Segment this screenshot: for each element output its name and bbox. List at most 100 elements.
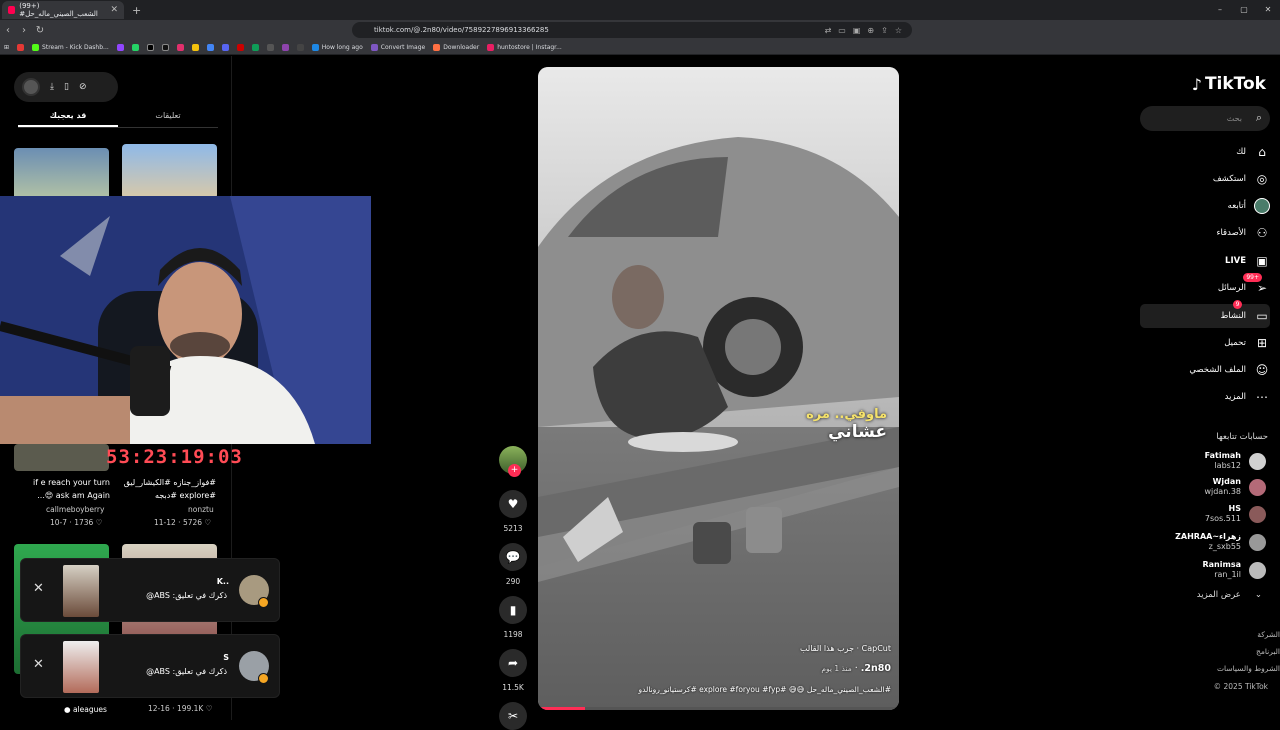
- bookmark-item[interactable]: [206, 43, 214, 51]
- video-player[interactable]: ماوفي.. مره عشاني CapCut · جرب هذا القال…: [538, 67, 899, 710]
- video-progress-bar[interactable]: [538, 707, 899, 710]
- tiktok-favicon-icon: [8, 6, 16, 14]
- video-tools: ⤓ ▯ ⊘: [14, 72, 118, 102]
- screenshot-icon[interactable]: ▣: [853, 26, 861, 35]
- download-icon[interactable]: ⤓: [50, 82, 54, 92]
- video-thumbnail[interactable]: [122, 144, 217, 199]
- bookmark-item[interactable]: [131, 43, 139, 51]
- video-caption[interactable]: if e reach your turn ask am Again 😍...: [12, 476, 110, 502]
- bookmark-item[interactable]: [146, 43, 154, 51]
- bookmark-item[interactable]: [221, 43, 229, 51]
- capcut-icon[interactable]: ✂: [499, 702, 527, 730]
- bookmark-icon[interactable]: ☆: [895, 26, 902, 35]
- nav-for-you[interactable]: لك ⌂: [1140, 140, 1270, 164]
- translate-icon[interactable]: ⇄: [825, 26, 832, 35]
- profile-icon: ☺: [1255, 363, 1269, 377]
- tab-comments[interactable]: تعليقات: [118, 106, 218, 127]
- save-button[interactable]: ▮: [499, 596, 527, 624]
- bookmark-item[interactable]: huntostore | Instagr...: [487, 43, 562, 51]
- footer-link[interactable]: الشركة: [1257, 630, 1280, 639]
- zoom-icon[interactable]: ⊕: [867, 26, 874, 35]
- bookmark-item[interactable]: How long ago: [311, 43, 363, 51]
- window-close-icon[interactable]: ✕: [1256, 0, 1280, 20]
- mention-notification[interactable]: ✕ K.. ذكرك في تعليق: ABS@: [20, 558, 280, 622]
- like-button[interactable]: ♥: [499, 490, 527, 518]
- close-icon[interactable]: ✕: [33, 657, 44, 672]
- search-input[interactable]: بحث ⌕: [1140, 106, 1270, 131]
- footer-link[interactable]: البرنامج: [1256, 647, 1280, 656]
- follow-plus-icon[interactable]: +: [508, 464, 521, 477]
- notification-user: S: [223, 653, 229, 662]
- followed-account[interactable]: Ranimsa ran_1il: [1146, 559, 1266, 581]
- video-author[interactable]: callmeboyberry: [46, 505, 104, 514]
- bookmark-item[interactable]: [251, 43, 259, 51]
- browser-tab[interactable]: (99+) #الشعب_الصيني_ماله_حل ✕: [2, 1, 124, 19]
- bookmark-item[interactable]: [281, 43, 289, 51]
- search-icon[interactable]: ⌕: [1256, 111, 1262, 125]
- live-icon: ▣: [1256, 254, 1268, 268]
- avatar: [1249, 505, 1266, 523]
- bookmark-item[interactable]: [236, 43, 244, 51]
- upload-icon: ⊞: [1256, 336, 1268, 350]
- nav-live[interactable]: LIVE ▣: [1140, 249, 1270, 273]
- footer-copyright: © 2025 TikTok: [1213, 682, 1268, 691]
- capcut-template-link[interactable]: CapCut · جرب هذا القالب: [800, 644, 891, 653]
- bookmark-item[interactable]: [17, 43, 25, 51]
- mention-notification[interactable]: ✕ S ذكرك في تعليق: ABS@: [20, 634, 280, 698]
- followed-account[interactable]: Fatimah labs12: [1146, 450, 1266, 472]
- video-thumbnail[interactable]: [14, 444, 109, 471]
- video-author-line[interactable]: 2n80. · منذ 1 يوم: [821, 663, 891, 674]
- compass-icon[interactable]: ⊘: [79, 82, 87, 92]
- bookmark-item[interactable]: [161, 43, 169, 51]
- nav-friends[interactable]: الأصدقاء ⚇: [1140, 221, 1270, 245]
- bookmark-item[interactable]: [296, 43, 304, 51]
- share-button[interactable]: ➦: [499, 649, 527, 677]
- nav-more[interactable]: المزيد ⋯: [1140, 385, 1270, 409]
- followed-account[interactable]: HS 7sos.511: [1146, 503, 1266, 525]
- close-icon[interactable]: ✕: [33, 581, 44, 596]
- nav-profile[interactable]: الملف الشخصي ☺: [1140, 358, 1270, 382]
- bookmark-item[interactable]: [191, 43, 199, 51]
- bookmark-item[interactable]: [116, 43, 124, 51]
- followed-account[interactable]: ZAHRAA~زهراء z_sxb55: [1146, 531, 1266, 553]
- avatar: [1249, 561, 1266, 579]
- tab-title: (99+) #الشعب_الصيني_ماله_حل: [19, 2, 98, 18]
- video-caption[interactable]: #فواز_جنازه #الكيشار_ليق #explore #دبجه: [118, 476, 216, 502]
- video-thumbnail[interactable]: [14, 148, 109, 203]
- bookmark-item[interactable]: Downloader: [433, 43, 479, 51]
- url-text: tiktok.com/@.2n80/video/7589227896913366…: [374, 26, 549, 34]
- bookmark-item[interactable]: [176, 43, 184, 51]
- bookmark-item[interactable]: Stream - Kick Dashb...: [32, 43, 109, 51]
- avatar: [1249, 533, 1266, 551]
- bookmark-item[interactable]: Convert Image: [370, 43, 425, 51]
- tab-you-may-like[interactable]: قد يعجبك: [18, 106, 118, 127]
- see-more-button[interactable]: عرض المزيد ⌄: [1197, 590, 1262, 600]
- maximize-icon[interactable]: ▢: [1232, 0, 1256, 20]
- close-tab-icon[interactable]: ✕: [110, 5, 118, 15]
- share-count: 11.5K: [502, 683, 524, 692]
- creator-avatar[interactable]: +: [499, 446, 527, 477]
- minimize-icon[interactable]: –: [1208, 0, 1232, 20]
- forward-icon[interactable]: ›: [16, 25, 32, 36]
- footer-link[interactable]: الشروط والسياسات: [1217, 664, 1280, 673]
- apps-icon[interactable]: ⊞: [4, 44, 9, 51]
- comment-button[interactable]: 💬: [499, 543, 527, 571]
- followed-account[interactable]: Wjdan wjdan.38: [1146, 476, 1266, 498]
- video-author[interactable]: ● aleagues: [64, 705, 107, 714]
- share-icon[interactable]: ⇪: [881, 26, 888, 35]
- nav-following[interactable]: أتابعه: [1140, 194, 1270, 218]
- nav-explore[interactable]: استكشف ◎: [1140, 167, 1270, 191]
- nav-activity[interactable]: النشاط ▭ 9: [1140, 300, 1270, 328]
- address-bar[interactable]: tiktok.com/@.2n80/video/7589227896913366…: [352, 22, 912, 38]
- new-tab-button[interactable]: +: [132, 4, 141, 17]
- device-icon[interactable]: ▯: [64, 82, 69, 92]
- creator-avatar[interactable]: [22, 78, 40, 96]
- nav-upload[interactable]: تحميل ⊞: [1140, 331, 1270, 355]
- video-author[interactable]: nonztu: [188, 505, 214, 514]
- bookmark-item[interactable]: [266, 43, 274, 51]
- back-icon[interactable]: ‹: [0, 25, 16, 36]
- reload-icon[interactable]: ↻: [32, 25, 48, 36]
- tiktok-logo[interactable]: ♪ TikTok: [1192, 74, 1266, 94]
- nav-messages[interactable]: الرسائل ➢ 99+: [1140, 273, 1270, 300]
- cast-icon[interactable]: ▭: [838, 26, 846, 35]
